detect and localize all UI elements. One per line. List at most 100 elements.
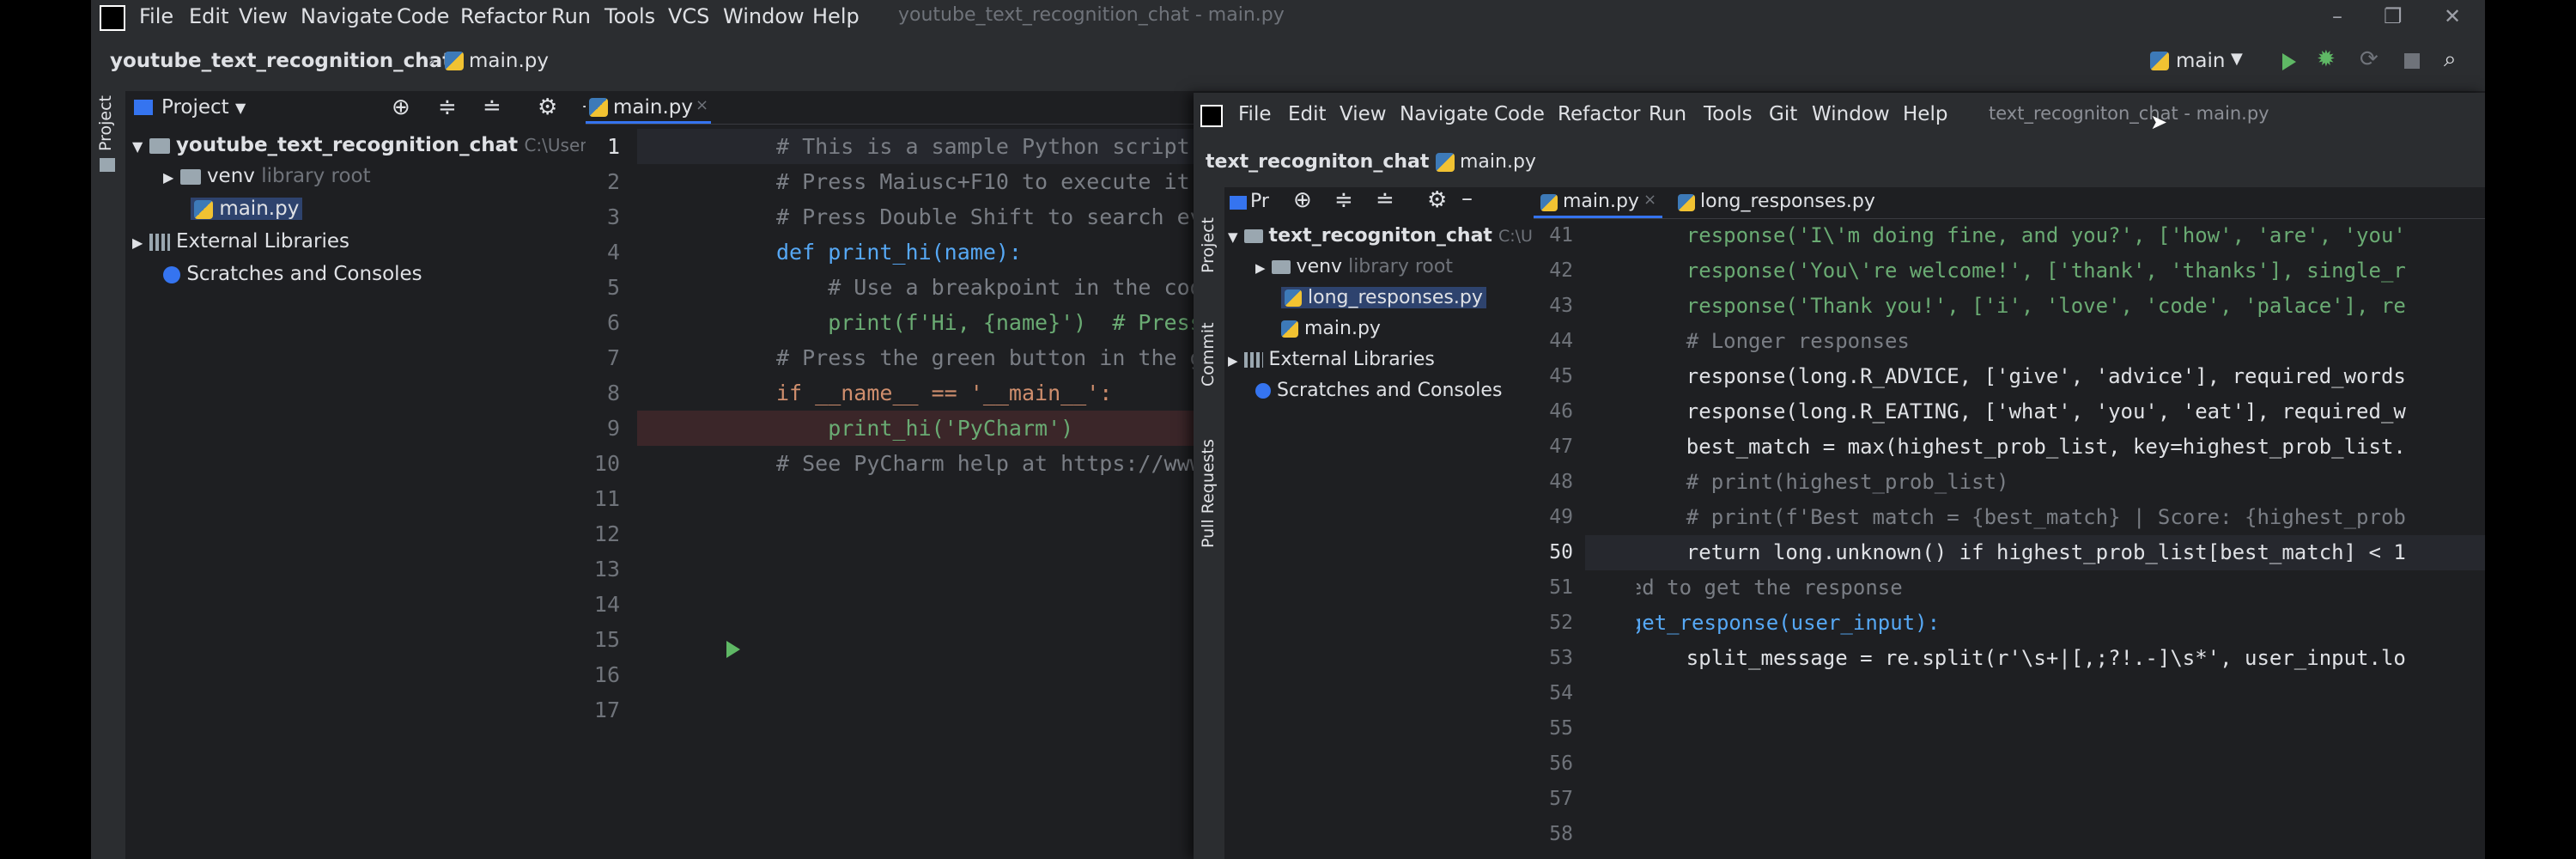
line-number: 17	[593, 698, 620, 722]
run-config-selector[interactable]: main	[2176, 50, 2225, 72]
commit-tool-tab[interactable]: Commit	[1199, 322, 1218, 387]
menu-navigate[interactable]: Navigate	[1400, 103, 1488, 125]
menu-help[interactable]: Help	[812, 4, 860, 28]
close-icon[interactable]: ✕	[2444, 4, 2461, 28]
maximize-icon[interactable]: ❐	[2384, 4, 2403, 28]
menu-navigate[interactable]: Navigate	[301, 4, 393, 28]
chevron-down-icon[interactable]: ▼	[2231, 50, 2243, 68]
breadcrumb-file[interactable]: main.py	[1460, 151, 1536, 173]
search-icon[interactable]: ⌕	[2444, 46, 2457, 73]
breadcrumb-project[interactable]: youtube_text_recognition_chat	[110, 50, 452, 72]
breadcrumb-file[interactable]: main.py	[469, 50, 549, 72]
expand-all-icon[interactable]: ≑	[438, 94, 457, 120]
tree-scratches[interactable]: Scratches and Consoles	[1255, 380, 1502, 401]
python-file-icon	[1436, 153, 1455, 172]
line-number: 48	[1549, 471, 1573, 493]
menu-run[interactable]: Run	[1649, 103, 1686, 125]
tree-long-responses-file[interactable]: long_responses.py	[1281, 287, 1486, 308]
code-line: response(long.R_ADVICE, ['give', 'advice…	[1637, 364, 2406, 388]
tab-main-py[interactable]: main.py ×	[1534, 187, 1662, 218]
project-tool-tab[interactable]: Project	[1199, 217, 1218, 273]
line-number: 13	[593, 557, 620, 582]
project-view-title[interactable]: Project	[161, 96, 229, 119]
menu-window[interactable]: Window	[1812, 103, 1890, 125]
menu-edit[interactable]: Edit	[189, 4, 228, 28]
gear-icon[interactable]: ⚙	[538, 94, 557, 120]
menu-file[interactable]: File	[139, 4, 173, 28]
line-number: 45	[1549, 365, 1573, 387]
menu-code[interactable]: Code	[1494, 103, 1545, 125]
tree-root-path: C:\U	[1498, 227, 1533, 246]
menu-git[interactable]: Git	[1769, 103, 1797, 125]
folder-icon	[179, 168, 201, 185]
tree-external-libraries[interactable]: ▶ External Libraries	[1228, 349, 1435, 370]
line-number: 55	[1549, 717, 1573, 740]
tree-file-label: main.py	[1304, 318, 1381, 339]
menu-run[interactable]: Run	[551, 4, 591, 28]
tree-main-file[interactable]: main.py	[1281, 318, 1381, 339]
menu-tools[interactable]: Tools	[1704, 103, 1753, 125]
menu-code[interactable]: Code	[397, 4, 449, 28]
menu-vcs[interactable]: VCS	[668, 4, 709, 28]
library-icon	[149, 233, 170, 251]
collapse-all-icon[interactable]: ≐	[483, 94, 501, 120]
line-number: 5	[606, 275, 620, 300]
code-area[interactable]: response('I\'m doing fine, and you?', ['…	[1637, 218, 2485, 676]
menu-bar: File Edit View Navigate Code Refactor Ru…	[91, 0, 2485, 34]
menu-refactor[interactable]: Refactor	[1558, 103, 1640, 125]
tree-external-libraries[interactable]: ▶ External Libraries	[132, 230, 349, 253]
line-number: 47	[1549, 436, 1573, 458]
chevron-down-icon[interactable]: ▼	[235, 100, 246, 116]
hide-panel-icon[interactable]: –	[1461, 186, 1473, 211]
coverage-icon[interactable]: ⟳	[2360, 46, 2379, 72]
tab-label: main.py	[1563, 191, 1639, 212]
tab-long-responses-py[interactable]: long_responses.py	[1674, 187, 1880, 216]
tree-scratches[interactable]: Scratches and Consoles	[163, 263, 422, 285]
tool-window-strip: Project Commit Pull Requests	[1194, 187, 1224, 859]
expand-all-icon[interactable]: ≑	[1334, 187, 1353, 213]
tree-scratches-label: Scratches and Consoles	[1277, 380, 1503, 401]
line-number: 50	[1549, 541, 1573, 564]
code-line: def get_response(user_input):	[1637, 611, 1941, 635]
tree-venv[interactable]: ▶ venv library root	[163, 165, 371, 187]
line-number: 7	[606, 345, 620, 370]
tab-main-py[interactable]: main.py ×	[586, 91, 711, 124]
locate-icon[interactable]: ⊕	[1293, 187, 1312, 213]
menu-tools[interactable]: Tools	[605, 4, 655, 28]
close-tab-icon[interactable]: ×	[1643, 191, 1656, 209]
line-number: 11	[593, 486, 620, 511]
tree-venv-label: venv	[206, 165, 255, 187]
scratches-icon	[163, 265, 180, 283]
tree-root[interactable]: ▼ text_recogniton_chat C:\U	[1228, 225, 1533, 247]
navigation-bar: youtube_text_recognition_chat › main.py …	[91, 34, 2485, 93]
menu-file[interactable]: File	[1238, 103, 1272, 125]
run-icon[interactable]	[2282, 53, 2296, 70]
line-gutter: 41 42 43 44 45 46 47 48 49 50 51 52 53 5…	[1534, 218, 1573, 852]
run-gutter-icon[interactable]	[726, 641, 740, 658]
python-file-icon	[194, 199, 213, 219]
close-tab-icon[interactable]: ×	[696, 96, 708, 114]
breadcrumb-project[interactable]: text_recogniton_chat	[1206, 151, 1429, 173]
pull-requests-tool-tab[interactable]: Pull Requests	[1199, 439, 1218, 548]
stop-icon[interactable]	[2404, 53, 2420, 69]
menu-refactor[interactable]: Refactor	[460, 4, 547, 28]
debug-icon[interactable]: ✹	[2317, 46, 2336, 72]
pycharm-logo-icon	[1200, 105, 1223, 127]
tree-root[interactable]: ▼ youtube_text_recognition_chat C:\Users…	[132, 134, 608, 156]
menu-view[interactable]: View	[239, 4, 288, 28]
code-line: response('I\'m doing fine, and you?', ['…	[1637, 223, 2406, 247]
line-number: 8	[606, 381, 620, 405]
project-view-title[interactable]: Pr	[1250, 191, 1269, 212]
minimize-icon[interactable]: –	[2332, 4, 2342, 28]
gear-icon[interactable]: ⚙	[1427, 187, 1447, 213]
menu-help[interactable]: Help	[1903, 103, 1947, 125]
menu-edit[interactable]: Edit	[1288, 103, 1327, 125]
menu-window[interactable]: Window	[723, 4, 805, 28]
collapse-all-icon[interactable]: ≐	[1376, 187, 1394, 213]
tree-main-file[interactable]: main.py	[191, 198, 303, 220]
locate-icon[interactable]: ⊕	[392, 94, 410, 120]
line-number: 57	[1549, 788, 1573, 810]
project-tool-tab[interactable]: Project	[96, 95, 115, 151]
tree-venv[interactable]: ▶ venv library root	[1255, 256, 1453, 277]
menu-view[interactable]: View	[1340, 103, 1387, 125]
